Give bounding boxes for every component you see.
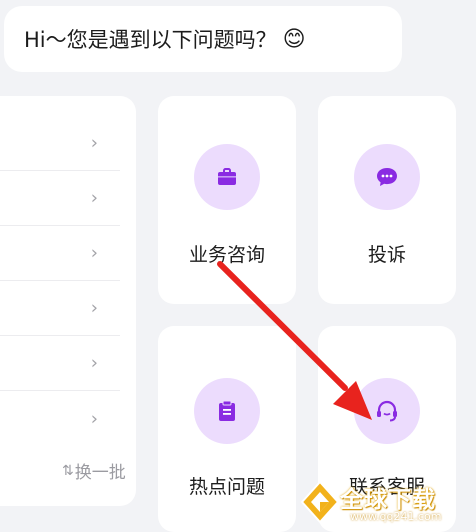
service-card-complaint[interactable]: 投诉 xyxy=(318,96,456,304)
question-list-item[interactable]: › xyxy=(0,391,120,446)
chevron-right-icon: › xyxy=(90,408,98,429)
smile-emoji-icon: 😊 xyxy=(282,26,306,52)
watermark-brand: 全球下载 xyxy=(340,487,436,513)
question-list-item[interactable]: › xyxy=(0,171,120,226)
service-label: 业务咨询 xyxy=(188,244,265,266)
chevron-right-icon: › xyxy=(90,187,98,209)
chevron-right-icon: › xyxy=(90,132,98,154)
watermark-url: www.qq241.com xyxy=(350,510,442,523)
service-label: 热点问题 xyxy=(188,476,265,498)
question-list-item[interactable]: › xyxy=(0,336,120,391)
clipboard-icon xyxy=(194,378,260,444)
question-list-item[interactable]: › xyxy=(0,281,120,336)
watermark-logo: 全球下载 www.qq241.com xyxy=(298,478,476,532)
service-label: 投诉 xyxy=(367,244,406,266)
greeting-bubble: Hi～您是遇到以下问题吗？ 😊 xyxy=(4,6,402,72)
chevron-right-icon: › xyxy=(90,352,98,374)
question-list-card: › › › › › › xyxy=(0,96,136,506)
chat-bubble-icon xyxy=(354,144,420,210)
chevron-right-icon: › xyxy=(90,242,98,264)
greeting-text: Hi～您是遇到以下问题吗？ xyxy=(24,28,277,52)
service-card-business-inquiry[interactable]: 业务咨询 xyxy=(158,96,296,304)
refresh-batch-button[interactable]: ⇅ 换一批 xyxy=(62,458,126,484)
question-list-item[interactable]: › xyxy=(0,226,120,281)
briefcase-icon xyxy=(194,144,260,210)
watermark-emblem-icon xyxy=(300,480,340,524)
refresh-batch-label: 换一批 xyxy=(74,463,126,483)
headset-icon xyxy=(354,378,420,444)
question-list-item[interactable]: › xyxy=(0,116,120,171)
chevron-right-icon: › xyxy=(90,297,98,319)
service-card-hot-questions[interactable]: 热点问题 xyxy=(158,326,296,532)
swap-sort-icon: ⇅ xyxy=(62,462,74,479)
